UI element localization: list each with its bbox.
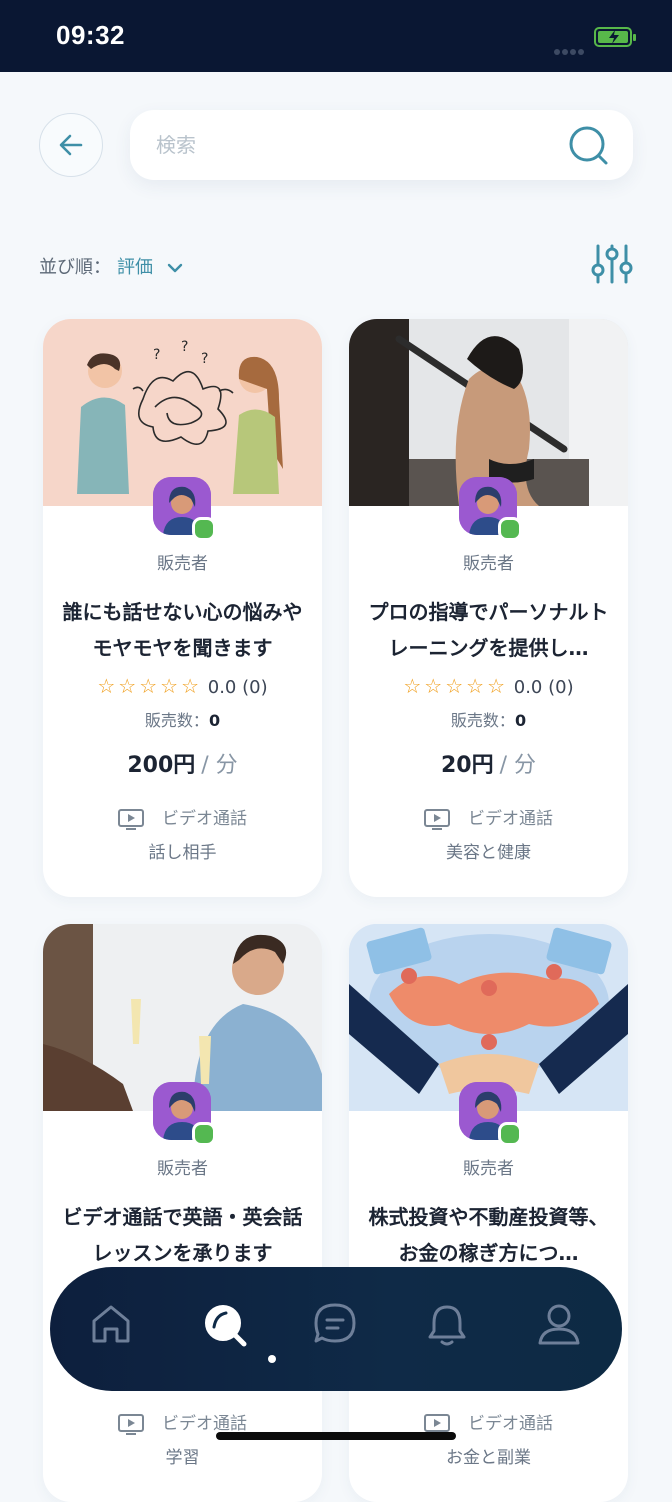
active-tab-indicator: [268, 1355, 276, 1363]
price: 20円 / 分: [440, 753, 537, 778]
sort-selector[interactable]: 並び順： 評価: [39, 253, 183, 279]
svg-text:?: ?: [201, 351, 208, 367]
search-icon[interactable]: [566, 123, 610, 167]
video-icon: [424, 809, 450, 830]
bottom-tab-bar: [50, 1267, 622, 1391]
bell-icon: [428, 1305, 466, 1346]
signal-icon: [554, 40, 586, 59]
star-icons: ☆☆☆☆☆: [403, 674, 509, 698]
card-title: 株式投資や不動産投資等、お金の稼ぎ方につ…: [368, 1205, 609, 1265]
svg-text:?: ?: [181, 339, 188, 355]
price: 200円 / 分: [127, 753, 238, 778]
tab-messages[interactable]: [304, 1297, 364, 1361]
online-indicator: [192, 1122, 216, 1146]
call-type: ビデオ通話: [349, 804, 628, 830]
category-label: 学習: [165, 1448, 200, 1468]
seller-label: 販売者: [157, 1159, 208, 1179]
category-label: 美容と健康: [446, 843, 531, 863]
card-title: 誰にも話せない心の悩みやモヤモヤを聞きます: [62, 600, 303, 660]
profile-icon: [538, 1304, 580, 1345]
search-input[interactable]: [154, 128, 538, 162]
filter-icon[interactable]: [588, 240, 636, 288]
rating: ☆☆☆☆☆ 0.0 (0): [97, 674, 268, 698]
tab-notifications[interactable]: [416, 1297, 476, 1361]
status-bar: 09:32: [0, 0, 672, 72]
sales-count: 販売数：0: [144, 711, 221, 730]
video-icon: [118, 1414, 144, 1435]
sort-value[interactable]: 評価: [117, 257, 153, 278]
online-indicator: [498, 1122, 522, 1146]
service-card[interactable]: 販売者 プロの指導でパーソナルトレーニングを提供し… ☆☆☆☆☆ 0.0 (0)…: [349, 319, 628, 897]
category-label: 話し相手: [148, 843, 217, 863]
online-indicator: [498, 517, 522, 541]
star-icons: ☆☆☆☆☆: [97, 674, 203, 698]
tab-profile[interactable]: [528, 1297, 588, 1361]
battery-icon: [594, 27, 636, 47]
online-indicator: [192, 517, 216, 541]
service-card[interactable]: 販売者 株式投資や不動産投資等、お金の稼ぎ方につ… ビデオ通話 お金と副業: [349, 924, 628, 1502]
home-indicator: [216, 1432, 456, 1440]
rating: ☆☆☆☆☆ 0.0 (0): [403, 674, 574, 698]
tab-search[interactable]: [192, 1297, 252, 1361]
svg-text:?: ?: [153, 347, 160, 363]
sales-count: 販売数：0: [450, 711, 527, 730]
seller-label: 販売者: [463, 554, 514, 574]
video-icon: [118, 809, 144, 830]
seller-label: 販売者: [157, 554, 208, 574]
service-card[interactable]: ??? 販売者 誰にも話せない心の悩みやモヤモヤを聞きます ☆☆☆☆☆ 0.0 …: [43, 319, 322, 897]
search-icon: [205, 1305, 247, 1347]
tab-home[interactable]: [80, 1297, 140, 1361]
arrow-left-icon: [59, 134, 83, 156]
sort-label: 並び順：: [39, 257, 111, 278]
status-time: 09:32: [56, 20, 125, 50]
card-title: プロの指導でパーソナルトレーニングを提供し…: [368, 600, 609, 660]
chat-icon: [314, 1303, 356, 1343]
back-button[interactable]: [39, 113, 103, 177]
search-bar: [130, 110, 633, 180]
service-card[interactable]: 販売者 ビデオ通話で英語・英会話レッスンを承ります ビデオ通話 学習: [43, 924, 322, 1502]
seller-label: 販売者: [463, 1159, 514, 1179]
chevron-down-icon: [167, 263, 182, 273]
call-type: ビデオ通話: [43, 804, 322, 830]
category-label: お金と副業: [446, 1448, 531, 1468]
card-title: ビデオ通話で英語・英会話レッスンを承ります: [62, 1205, 303, 1265]
home-icon: [92, 1305, 130, 1343]
